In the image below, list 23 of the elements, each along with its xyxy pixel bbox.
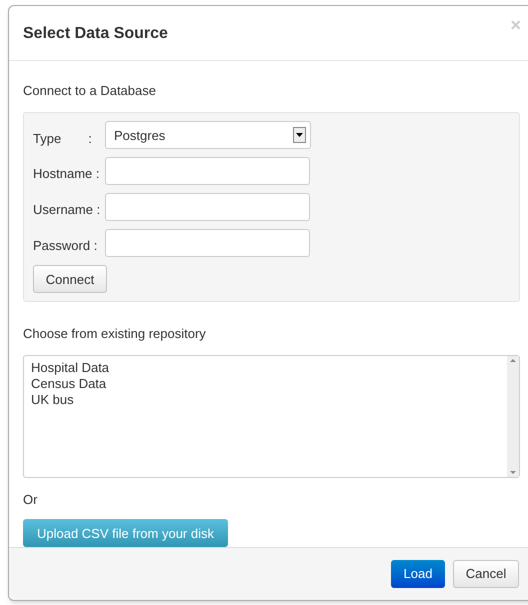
list-item[interactable]: Hospital Data <box>31 360 507 376</box>
connect-button[interactable]: Connect <box>33 265 107 294</box>
scroll-up-icon[interactable] <box>510 358 516 362</box>
load-button[interactable]: Load <box>391 560 445 588</box>
field-label: Type <box>33 130 62 148</box>
section-heading: Connect to a Database <box>23 82 157 100</box>
cancel-button[interactable]: Cancel <box>453 560 519 588</box>
scrollbar[interactable] <box>507 356 519 477</box>
or-text: Or <box>23 490 38 509</box>
text-input[interactable] <box>105 229 310 258</box>
scroll-down-icon[interactable] <box>510 470 516 474</box>
text-input[interactable] <box>105 193 310 222</box>
dialog-title: Select Data Source <box>23 24 168 44</box>
section-heading: Choose from existing repository <box>23 325 207 344</box>
type-dropdown[interactable]: Postgres <box>105 121 311 150</box>
field-label: : <box>87 130 93 148</box>
repository-list[interactable]: Hospital Data Census Data UK bus <box>23 354 520 478</box>
field-label: Hostname : <box>33 164 100 182</box>
text-input[interactable] <box>105 157 310 186</box>
list-item[interactable]: UK bus <box>31 392 507 408</box>
field-label: Username : <box>33 200 102 218</box>
field-label: Password : <box>33 236 98 254</box>
list-item[interactable]: Census Data <box>31 376 507 392</box>
